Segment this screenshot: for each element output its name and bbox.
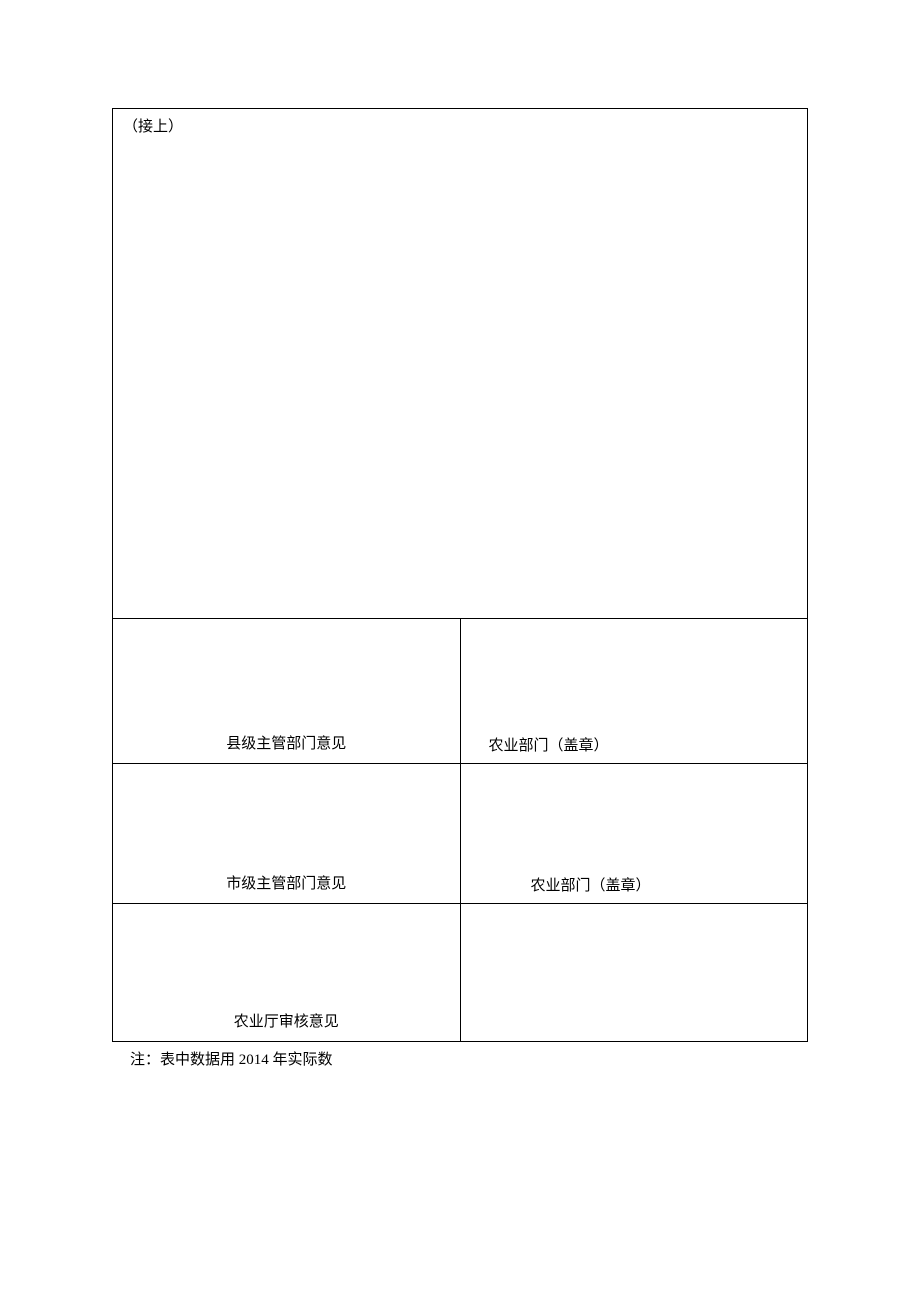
row-continued: （接上）: [113, 109, 808, 619]
dept-content-cell: [460, 904, 808, 1042]
city-label: 市级主管部门意见: [226, 876, 346, 892]
city-label-cell: 市级主管部门意见: [113, 764, 461, 904]
row-city-opinion: 市级主管部门意见 农业部门（盖章）: [113, 764, 808, 904]
dept-label-cell: 农业厅审核意见: [113, 904, 461, 1042]
county-content-cell: 农业部门（盖章）: [460, 619, 808, 764]
continued-label: （接上）: [123, 119, 183, 135]
county-label-cell: 县级主管部门意见: [113, 619, 461, 764]
city-content: 农业部门（盖章）: [531, 878, 651, 894]
continued-cell: （接上）: [113, 109, 808, 619]
approval-form-table: （接上） 县级主管部门意见 农业部门（盖章） 市级主管部门意见 农业部门（盖章）…: [112, 108, 808, 1042]
footnote: 注：表中数据用 2014 年实际数: [112, 1042, 808, 1069]
dept-label: 农业厅审核意见: [234, 1014, 339, 1030]
county-label: 县级主管部门意见: [226, 736, 346, 752]
city-content-cell: 农业部门（盖章）: [460, 764, 808, 904]
row-dept-opinion: 农业厅审核意见: [113, 904, 808, 1042]
row-county-opinion: 县级主管部门意见 农业部门（盖章）: [113, 619, 808, 764]
county-content: 农业部门（盖章）: [489, 738, 609, 754]
